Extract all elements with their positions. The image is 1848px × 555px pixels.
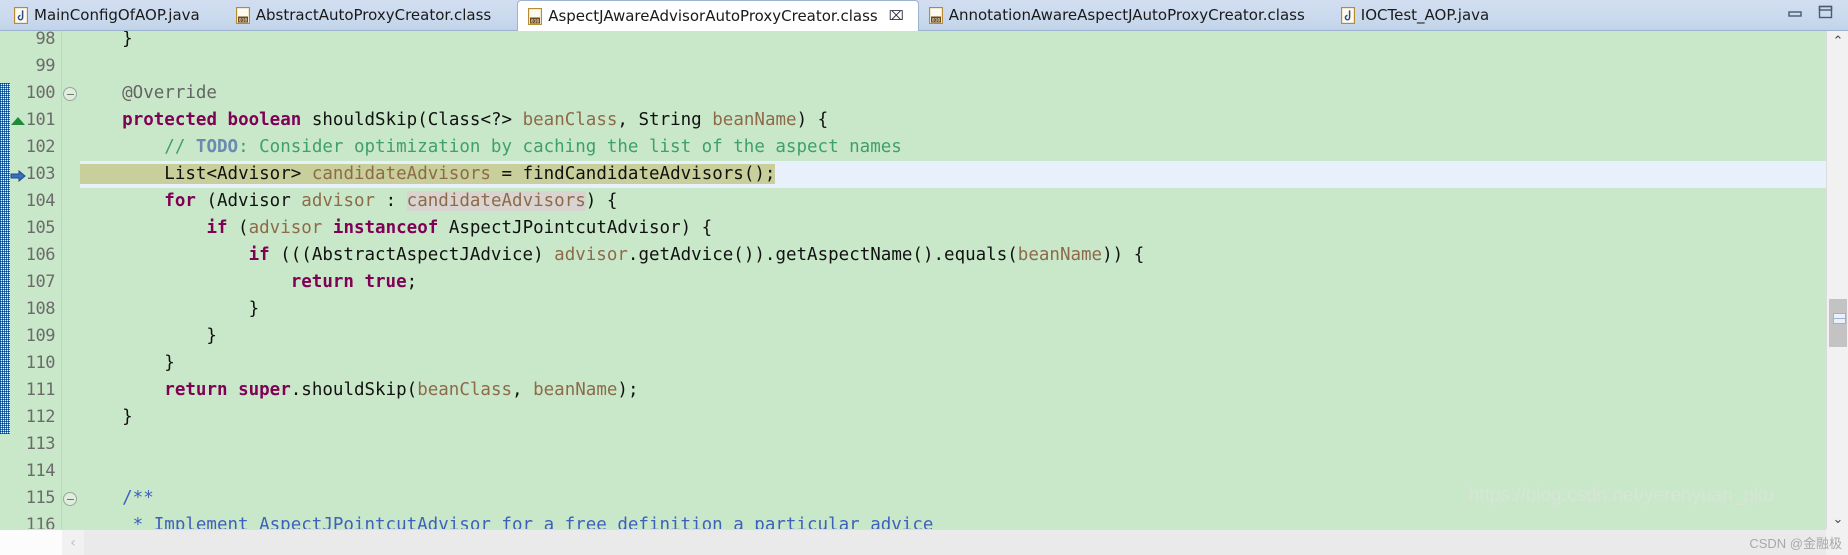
minimize-icon[interactable]	[1786, 5, 1804, 24]
class-file-icon: 010	[235, 6, 250, 24]
current-instruction-arrow-icon	[10, 168, 26, 183]
overview-ruler-icon[interactable]	[1833, 313, 1846, 324]
class-file-icon: 010	[928, 6, 943, 24]
class-file-icon: 010	[528, 7, 543, 25]
line-number: 111	[25, 380, 56, 400]
code-line[interactable]: List<Advisor> candidateAdvisors = findCa…	[80, 161, 1848, 188]
code-line[interactable]: }	[80, 350, 1848, 377]
occurrence-highlight: candidateAdvisors	[406, 191, 586, 211]
editor-tab-3[interactable]: 010 AnnotationAwareAspectJAutoProxyCreato…	[919, 0, 1319, 30]
code-line[interactable]: * Implement AspectJPointcutAdvisor for a…	[80, 512, 1848, 529]
editor-tab-label: AbstractAutoProxyCreator.class	[255, 5, 492, 24]
code-line[interactable]	[80, 53, 1848, 80]
editor-tab-label: IOCTest_AOP.java	[1360, 5, 1490, 24]
scroll-down-icon[interactable]: ⌄	[1827, 509, 1848, 529]
line-number: 109	[25, 326, 56, 346]
code-line[interactable]: if (advisor instanceof AspectJPointcutAd…	[80, 215, 1848, 242]
code-text-area[interactable]: } @Override protected boolean shouldSkip…	[80, 31, 1848, 529]
line-number: 108	[25, 299, 56, 319]
svg-text:010: 010	[239, 17, 248, 23]
fold-collapse-icon[interactable]	[63, 492, 77, 506]
line-number: 102	[25, 137, 56, 157]
code-line[interactable]: for (Advisor advisor : candidateAdvisors…	[80, 188, 1848, 215]
horizontal-scrollbar[interactable]: ‹	[0, 529, 1826, 555]
code-line[interactable]: protected boolean shouldSkip(Class<?> be…	[80, 107, 1848, 134]
editor-tab-label: MainConfigOfAOP.java	[34, 5, 200, 24]
java-file-icon	[14, 6, 28, 24]
code-line[interactable]: @Override	[80, 80, 1848, 107]
code-line[interactable]: return super.shouldSkip(beanClass, beanN…	[80, 377, 1848, 404]
line-number: 116	[25, 515, 56, 529]
editor-tab-0[interactable]: MainConfigOfAOP.java	[4, 0, 214, 30]
code-line[interactable]: }	[80, 31, 1848, 53]
line-number: 98	[35, 31, 56, 49]
line-number: 107	[25, 272, 56, 292]
svg-text:010: 010	[531, 18, 540, 24]
line-number: 114	[25, 461, 56, 481]
editor-tab-4[interactable]: IOCTest_AOP.java	[1331, 0, 1503, 30]
scroll-up-icon[interactable]: ⌃	[1827, 31, 1848, 51]
java-file-icon	[1340, 6, 1355, 24]
line-number: 99	[35, 56, 56, 76]
tab-list: MainConfigOfAOP.java 010 AbstractAutoProxy…	[0, 0, 1515, 31]
line-number: 113	[25, 434, 56, 454]
close-tab-icon[interactable]: ⌧	[889, 9, 904, 24]
editor-tab-label: AspectJAwareAdvisorAutoProxyCreator.clas…	[548, 6, 878, 25]
code-line[interactable]	[80, 431, 1848, 458]
fold-collapse-icon[interactable]	[63, 87, 77, 101]
eclipse-editor-window: MainConfigOfAOP.java 010 AbstractAutoProxy…	[0, 0, 1848, 555]
folding-margin[interactable]	[62, 31, 80, 529]
code-line[interactable]: // TODO: Consider optimization by cachin…	[80, 134, 1848, 161]
selected-text: List<Advisor> candidateAdvisors = findCa…	[80, 164, 776, 184]
code-line[interactable]: }	[80, 296, 1848, 323]
line-number: 115	[25, 488, 56, 508]
line-number-gutter: 98 99 100 101 102 103 104 105 106 107 108 109 110 111…	[10, 31, 62, 529]
code-line[interactable]: return true;	[80, 269, 1848, 296]
line-number: 104	[25, 191, 56, 211]
line-number: 100	[25, 83, 56, 103]
code-line[interactable]: }	[80, 323, 1848, 350]
code-editor[interactable]: 98 99 100 101 102 103 104 105 106 107 108 109 110 111…	[0, 31, 1848, 529]
code-line[interactable]	[80, 458, 1848, 485]
hscroll-gutter-gap	[0, 530, 62, 555]
editor-tab-label: AnnotationAwareAspectJAutoProxyCreator.c…	[948, 5, 1305, 24]
vertical-scrollbar[interactable]: ⌃ ⌄	[1826, 31, 1848, 529]
editor-tab-1[interactable]: 010 AbstractAutoProxyCreator.class	[226, 0, 505, 30]
editor-tab-bar: MainConfigOfAOP.java 010 AbstractAutoProxy…	[0, 0, 1848, 31]
line-number: 112	[25, 407, 56, 427]
maximize-icon[interactable]	[1816, 4, 1834, 24]
override-indicator-icon	[11, 117, 25, 125]
code-line[interactable]: /**	[80, 485, 1848, 512]
window-controls	[1786, 4, 1848, 30]
horizontal-scroll-track[interactable]	[84, 530, 1826, 555]
code-line[interactable]: }	[80, 404, 1848, 431]
line-number: 110	[25, 353, 56, 373]
scroll-left-icon[interactable]: ‹	[62, 530, 84, 555]
code-line[interactable]: if (((AbstractAspectJAdvice) advisor.get…	[80, 242, 1848, 269]
editor-tab-2[interactable]: 010 AspectJAwareAdvisorAutoProxyCreator.c…	[517, 0, 919, 31]
svg-text:010: 010	[932, 17, 941, 23]
line-number: 105	[25, 218, 56, 238]
line-number: 106	[25, 245, 56, 265]
scrollbar-corner	[1826, 529, 1848, 555]
